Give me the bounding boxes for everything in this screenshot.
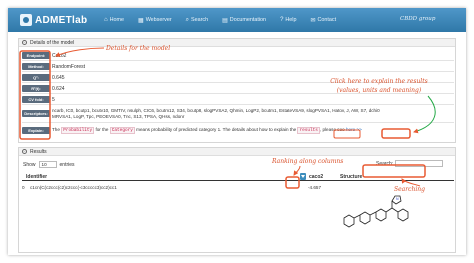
contact-icon: ✉ <box>310 17 316 24</box>
entries-length-control: Show 10 entries <box>23 161 75 168</box>
details-panel-header[interactable]: − Details of the model <box>19 39 455 47</box>
nav-search-label: Search <box>191 17 209 23</box>
endpoint-label: Endpoint: <box>22 52 50 59</box>
explain-text-3: means probability of predicted category … <box>136 127 297 132</box>
annotation-explain-line-2: (values, units and meaning) <box>336 87 422 94</box>
descriptors-label: Descriptors: <box>22 110 50 117</box>
row-index: 0 <box>22 185 25 190</box>
q2-value: 0.645 <box>52 74 65 81</box>
annotation-details-for-model: Details for the model <box>106 45 171 52</box>
show-label: Show <box>23 161 36 168</box>
grid-icon: ▦ <box>138 17 144 24</box>
nav-documentation-label: Documentation <box>229 17 267 23</box>
r2-label: R²(t): <box>22 85 50 92</box>
top-navbar: ADMETlab ⌂ Home ▦ Webserver ⌕ Search ▤ Docum… <box>8 8 466 32</box>
detail-row-endpoint: Endpoint: Caco2 <box>22 51 454 61</box>
probability-tag: Probability <box>61 127 95 134</box>
detail-row-explain: Explain: The Probability for the Categor… <box>22 124 454 136</box>
detail-row-method: Method: RandomForest <box>22 62 454 72</box>
explain-text-2: for the <box>95 127 109 132</box>
search-label: Search: <box>376 160 394 167</box>
detail-row-descriptors: Descriptors: ncarb, IC0, bcutp1, bcutv10… <box>22 106 454 123</box>
nav-documentation[interactable]: ▤ Documentation <box>222 17 266 24</box>
brand-logo[interactable]: ADMETlab <box>20 13 87 27</box>
row-caco2-value: -4.657 <box>308 185 322 190</box>
results-table-header: Identifier caco2 Structure <box>22 172 454 181</box>
nav-home-label: Home <box>109 17 125 23</box>
book-icon: ▤ <box>222 17 228 24</box>
group-link[interactable]: CBDD group <box>400 16 435 22</box>
results-panel-title: Results <box>30 148 47 155</box>
nav-menu: ⌂ Home ▦ Webserver ⌕ Search ▤ Documentation … <box>104 8 350 32</box>
explain-value: The Probability for the Category means p… <box>52 127 362 134</box>
entries-select-value: 10 <box>41 162 47 167</box>
cv-fold-label: CV fold: <box>22 96 50 103</box>
table-search: Search: <box>376 160 444 167</box>
entries-label: entries <box>59 161 75 168</box>
collapse-icon: − <box>22 40 27 45</box>
nav-home[interactable]: ⌂ Home <box>104 17 124 23</box>
column-header-caco2[interactable]: caco2 <box>309 174 323 180</box>
structure-image: N <box>343 195 409 228</box>
nav-help[interactable]: ? Help <box>280 17 296 23</box>
nav-contact-label: Contact <box>317 17 337 23</box>
r2-value: 0.624 <box>52 85 65 92</box>
detail-row-cv-fold: CV fold: 5 <box>22 95 454 105</box>
results-panel-header[interactable]: − Results <box>19 148 455 156</box>
explain-here-link[interactable]: here >> <box>346 127 362 132</box>
home-icon: ⌂ <box>104 17 108 23</box>
nav-help-label: Help <box>285 17 297 23</box>
q2-label: Q²: <box>22 74 50 81</box>
nav-webserver-label: Webserver <box>145 17 172 23</box>
annotation-searching: Searching <box>394 186 425 193</box>
descriptors-value: ncarb, IC0, bcutp1, bcutv10, GMTIV, nsul… <box>52 108 380 120</box>
help-icon: ? <box>280 17 284 23</box>
annotation-explain-line-1: Click here to explain the results <box>330 78 428 85</box>
nav-webserver[interactable]: ▦ Webserver <box>138 17 172 24</box>
annotation-ranking: Ranking along columns <box>272 158 344 165</box>
results-tag: results <box>297 127 320 134</box>
endpoint-value: Caco2 <box>52 52 67 59</box>
svg-text:N: N <box>396 197 399 201</box>
annotation-explain-results: Click here to explain the results (value… <box>320 77 438 95</box>
row-smiles: c1cn(C(c2ccc(c2)c2ccc(-c3ccccc3)cc2)cc1 <box>30 185 117 190</box>
method-value: RandomForest <box>52 63 86 70</box>
brand-name: ADMETlab <box>35 14 88 26</box>
nav-contact[interactable]: ✉ Contact <box>311 17 337 24</box>
logo-icon <box>20 14 32 26</box>
nav-search[interactable]: ⌕ Search <box>186 17 208 24</box>
column-header-structure[interactable]: Structure <box>340 174 362 180</box>
column-header-identifier[interactable]: Identifier <box>26 174 47 180</box>
details-panel-title: Details of the model <box>30 39 75 46</box>
descriptors-line-2: MRVSA1, LogP, Tpc, PEOEVSA0, Tnc, S13, T… <box>52 114 185 119</box>
explain-text-4: , please see <box>319 127 345 132</box>
explain-text-1: The <box>52 127 60 132</box>
search-input[interactable] <box>395 160 444 167</box>
category-tag: Category <box>109 127 135 134</box>
method-label: Method: <box>22 63 50 70</box>
explain-label: Explain: <box>22 126 50 134</box>
entries-select[interactable]: 10 <box>38 161 57 168</box>
search-icon: ⌕ <box>185 16 190 23</box>
collapse-icon: − <box>22 149 27 154</box>
cv-fold-value: 5 <box>52 96 55 103</box>
sort-caco2-button[interactable] <box>300 173 306 180</box>
